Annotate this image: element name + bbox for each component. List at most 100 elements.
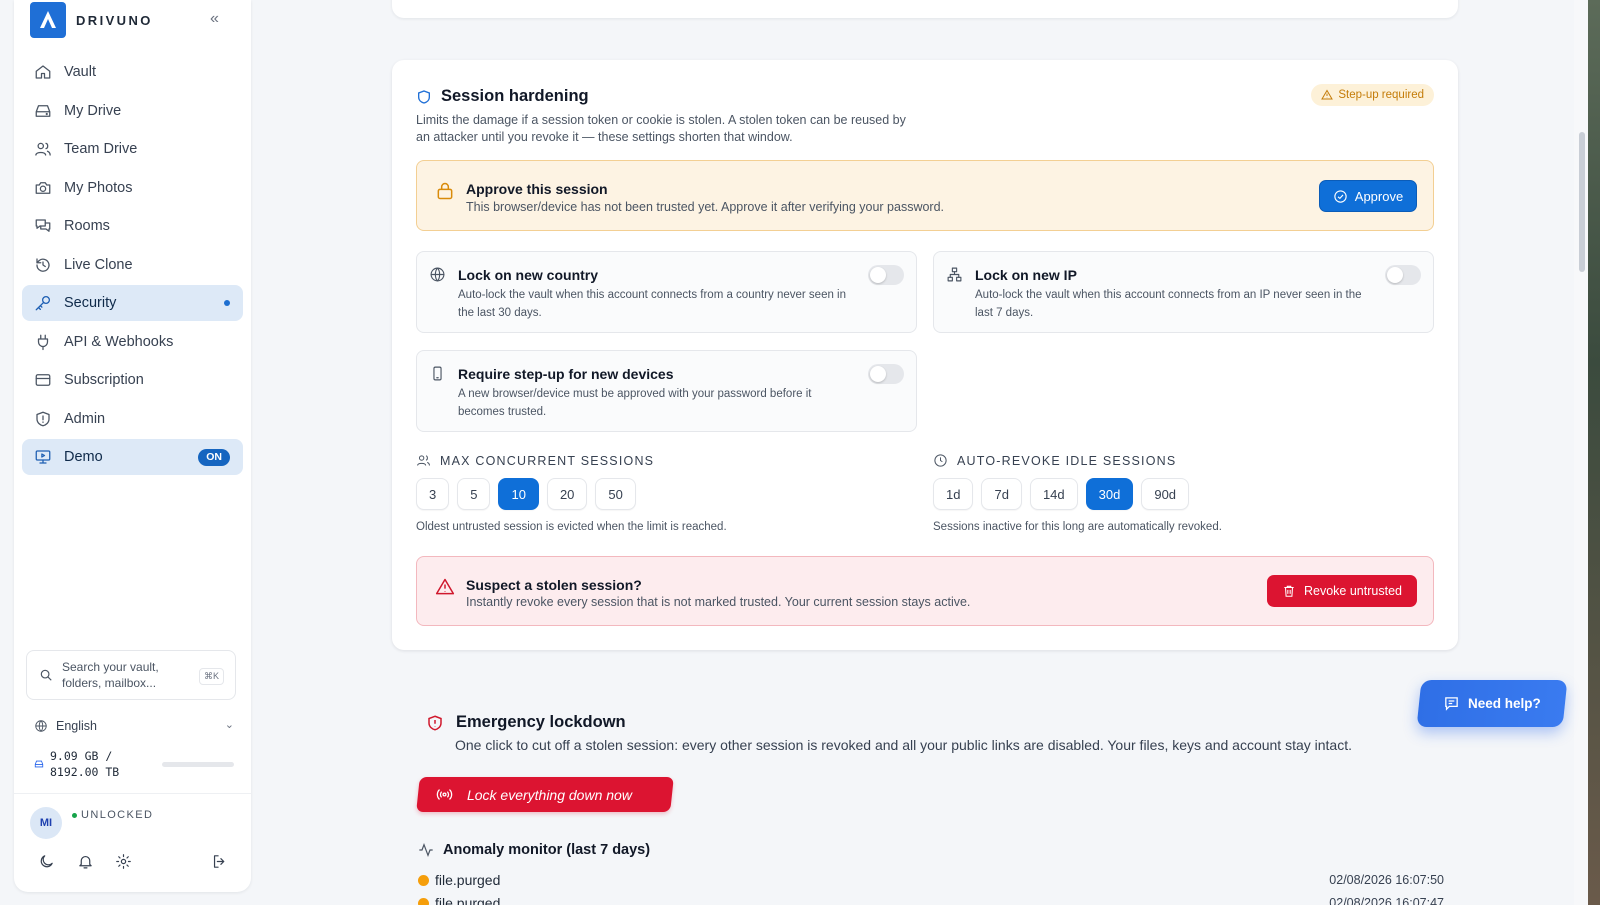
severity-dot	[418, 875, 429, 886]
list-item[interactable]: file.purged 02/08/2026 16:07:50	[418, 872, 1444, 888]
emergency-title-text: Emergency lockdown	[456, 713, 626, 731]
sidebar-item-team-drive[interactable]: Team Drive	[22, 131, 243, 167]
phone-icon	[433, 366, 442, 381]
max-sessions-options: 3 5 10 20 50	[416, 478, 644, 510]
max-sessions-option[interactable]: 20	[546, 478, 588, 510]
scrollbar-thumb[interactable]	[1579, 132, 1585, 272]
approve-button-label: Approve	[1354, 188, 1404, 204]
sidebar-item-subscription[interactable]: Subscription	[22, 362, 243, 398]
search-input[interactable]: Search your vault, folders, mailbox... ⌘…	[26, 650, 236, 700]
brand[interactable]: DRIVUNO	[30, 2, 153, 38]
approve-button[interactable]: Approve	[1319, 180, 1417, 212]
sidebar: DRIVUNO « Vault My Drive Team Drive My P…	[14, 0, 251, 892]
search-placeholder: Search your vault, folders, mailbox...	[62, 660, 159, 690]
lock-new-ip-toggle[interactable]	[1385, 265, 1421, 285]
card-icon	[35, 374, 51, 386]
storage-icon	[34, 760, 44, 768]
session-hardening-card: Session hardening Limits the damage if a…	[392, 60, 1458, 650]
trash-icon	[1284, 585, 1294, 597]
logout-icon[interactable]	[211, 853, 228, 870]
sidebar-item-label: Admin	[64, 410, 106, 427]
step-up-new-devices-toggle[interactable]	[868, 364, 904, 384]
auto-revoke-options: 1d 7d 14d 30d 90d	[933, 478, 1197, 510]
need-help-label: Need help?	[1468, 696, 1541, 711]
revoke-untrusted-button[interactable]: Revoke untrusted	[1267, 575, 1417, 607]
sidebar-item-label: My Photos	[64, 179, 133, 196]
auto-revoke-option[interactable]: 7d	[981, 478, 1022, 510]
avatar[interactable]: MI	[30, 807, 62, 839]
sidebar-item-rooms[interactable]: Rooms	[22, 208, 243, 244]
clock-icon	[934, 454, 947, 467]
auto-revoke-option-selected[interactable]: 30d	[1085, 478, 1134, 510]
max-sessions-option[interactable]: 5	[457, 478, 491, 510]
key-icon	[35, 295, 51, 311]
sidebar-item-label: Vault	[64, 64, 96, 80]
emergency-lockdown-title: Emergency lockdown	[426, 713, 626, 732]
suspect-stolen-session-banner: Suspect a stolen session? Instantly revo…	[416, 556, 1434, 626]
auto-revoke-hint: Sessions inactive for this long are auto…	[933, 521, 1222, 533]
globe-icon	[35, 720, 47, 732]
lock-new-country-toggle[interactable]	[868, 265, 904, 285]
option-title: Require step-up for new devices	[458, 366, 674, 382]
sidebar-item-admin[interactable]: Admin	[22, 401, 243, 437]
sidebar-nav: Vault My Drive Team Drive My Photos Room…	[22, 54, 243, 478]
max-sessions-option[interactable]: 3	[416, 478, 450, 510]
option-description: Auto-lock the vault when this account co…	[975, 289, 1362, 319]
sidebar-item-security[interactable]: Security	[22, 285, 243, 321]
step-up-badge-label: Step-up required	[1338, 89, 1424, 101]
sidebar-item-live-clone[interactable]: Live Clone	[22, 247, 243, 283]
shield-alert-icon	[428, 714, 442, 731]
collapse-sidebar-icon[interactable]: «	[210, 10, 219, 28]
max-sessions-hint: Oldest untrusted session is evicted when…	[416, 521, 727, 533]
sidebar-item-api-webhooks[interactable]: API & Webhooks	[22, 324, 243, 360]
anomaly-event: file.purged	[435, 895, 501, 905]
auto-revoke-option[interactable]: 1d	[933, 478, 974, 510]
shield-icon	[418, 89, 430, 104]
sidebar-item-my-drive[interactable]: My Drive	[22, 93, 243, 129]
camera-icon	[35, 181, 51, 194]
lock-everything-down-button[interactable]: Lock everything down now	[416, 777, 674, 812]
max-sessions-label-text: MAX CONCURRENT SESSIONS	[440, 453, 655, 468]
language-select[interactable]: English ⌄	[34, 716, 234, 736]
sidebar-item-my-photos[interactable]: My Photos	[22, 170, 243, 206]
storage-meter: 9.09 GB / 8192.00 TB	[34, 748, 240, 780]
anomaly-title-text: Anomaly monitor (last 7 days)	[443, 842, 651, 858]
moon-icon[interactable]	[38, 853, 55, 870]
message-icon	[1445, 697, 1458, 711]
shield-icon	[36, 411, 50, 426]
warning-icon	[1321, 89, 1334, 100]
history-icon	[36, 257, 50, 272]
brand-name: DRIVUNO	[76, 12, 153, 28]
divider	[14, 793, 251, 794]
anomaly-event: file.purged	[435, 872, 501, 888]
vault-status: UNLOCKED	[72, 809, 153, 821]
suspect-description: Instantly revoke every session that is n…	[466, 595, 971, 609]
monitor-icon	[35, 450, 51, 464]
auto-revoke-option[interactable]: 90d	[1141, 478, 1190, 510]
gear-icon[interactable]	[115, 853, 132, 870]
emergency-description: One click to cut off a stolen session: e…	[455, 737, 1352, 753]
language-value: English	[56, 719, 97, 733]
option-lock-new-country: Lock on new country Auto-lock the vault …	[416, 251, 917, 333]
sidebar-item-vault[interactable]: Vault	[22, 54, 243, 90]
auto-revoke-label: AUTO-REVOKE IDLE SESSIONS	[933, 453, 1176, 468]
max-sessions-option-selected[interactable]: 10	[498, 478, 539, 510]
users-icon	[417, 455, 430, 466]
max-sessions-option[interactable]: 50	[595, 478, 636, 510]
storage-bar	[162, 762, 234, 767]
sidebar-item-label: Live Clone	[64, 256, 133, 273]
revoke-untrusted-label: Revoke untrusted	[1304, 584, 1402, 598]
bell-icon[interactable]	[77, 853, 94, 870]
demo-on-badge: ON	[198, 448, 230, 466]
sidebar-item-demo[interactable]: Demo ON	[22, 439, 243, 475]
approve-title: Approve this session	[466, 181, 608, 197]
list-item[interactable]: file.purged 02/08/2026 16:07:47	[418, 895, 1444, 905]
auto-revoke-option[interactable]: 14d	[1029, 478, 1078, 510]
storage-total: 8192.00 TB	[50, 765, 120, 779]
session-description: Limits the damage if a session token or …	[416, 113, 906, 144]
sidebar-item-label: Team Drive	[64, 141, 138, 157]
need-help-button[interactable]: Need help?	[1416, 680, 1568, 727]
chat-icon	[35, 219, 51, 232]
sidebar-item-label: My Drive	[64, 102, 122, 119]
check-circle-icon	[1334, 189, 1347, 203]
